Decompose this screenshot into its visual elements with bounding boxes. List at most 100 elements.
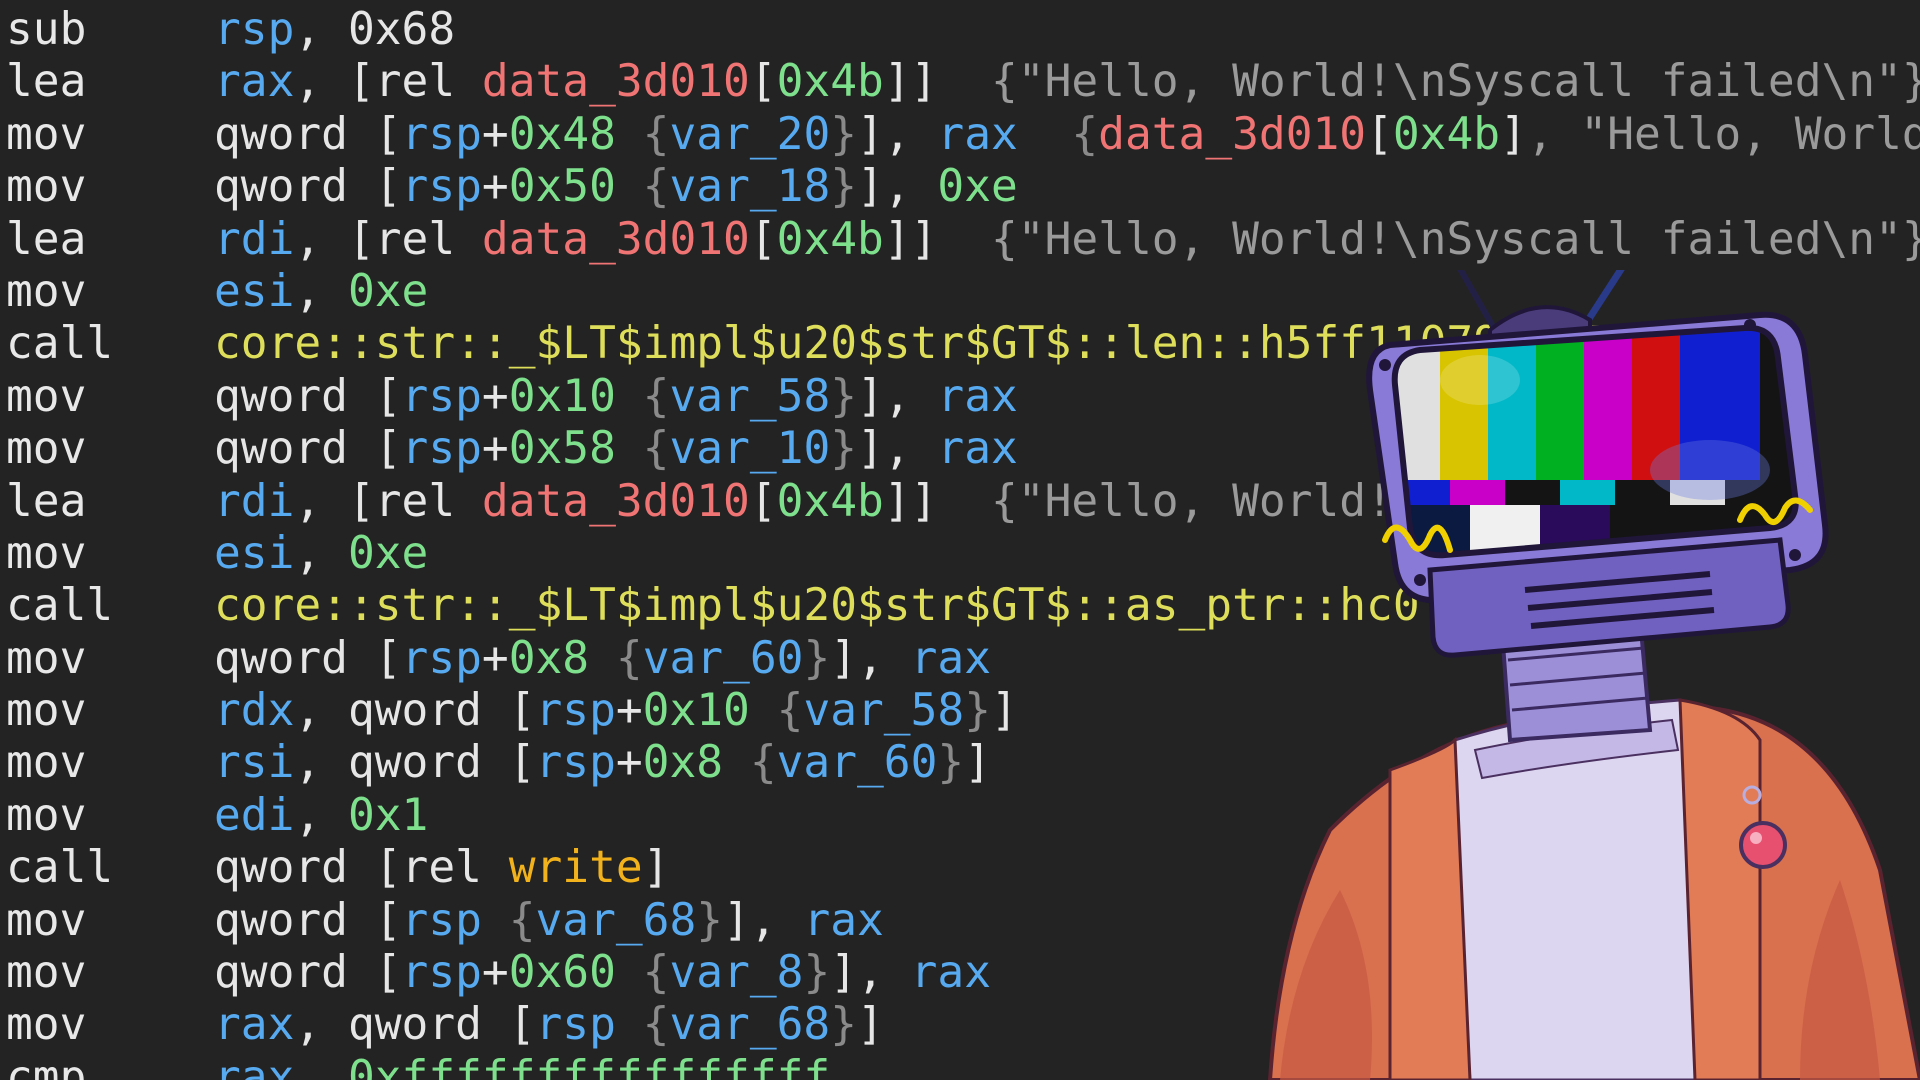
operand-token: var_68 (535, 894, 697, 946)
operand-token: rax (937, 370, 1018, 422)
operand-token: rsp (401, 632, 482, 684)
operand-token: { (615, 161, 670, 213)
operand-token: rax (214, 56, 295, 108)
opcode: mov (6, 632, 87, 684)
operand-token: , (294, 4, 348, 55)
operand-token: ], (857, 370, 938, 422)
operand-token: , [rel (294, 56, 482, 108)
operand-token: + (615, 685, 643, 737)
operand-token: rsp (535, 685, 616, 737)
operand-token: {"Hello, World!\nSyscall failed\n"} (937, 213, 1920, 265)
opcode: mov (6, 894, 87, 946)
operand-token: qword [ (214, 632, 402, 684)
operand-token: rsp (535, 999, 616, 1051)
opcode: cmp (6, 1051, 87, 1080)
code-line: mov qword [rsp+0x50 {var_18}], 0xe (6, 161, 1920, 213)
operand-token: 0x58 (508, 423, 616, 475)
opcode: sub (6, 4, 87, 55)
operand-token: } (803, 632, 831, 684)
operand-token: ] (964, 737, 991, 789)
operand-token: rax (910, 947, 991, 999)
operand-token: data_3d010 (481, 56, 750, 108)
operand-token: qword [ (214, 894, 402, 946)
operand-token: ], (723, 894, 804, 946)
operand-token: { (723, 737, 777, 789)
operand-token: } (830, 370, 858, 422)
operand-token: 0x8 (508, 632, 590, 684)
opcode: call (6, 580, 114, 632)
operand-token: } (803, 947, 831, 999)
operand-token: + (481, 161, 509, 213)
operand-token: rdi (214, 475, 295, 527)
operand-token: 0x10 (508, 370, 616, 422)
opcode: mov (6, 947, 87, 999)
operand-token: { (615, 108, 670, 160)
operand-token: {"Hello, World!\nSyscall failed\n"} (937, 56, 1920, 108)
operand-token: ]] (883, 213, 938, 265)
operand-token: , qword [ (294, 999, 536, 1051)
operand-token: qword [ (214, 423, 402, 475)
tv-head-character-icon (1267, 270, 1920, 1080)
operand-token: 0x4b (1392, 108, 1501, 160)
code-line: lea rax, [rel data_3d010[0x4b]] {"Hello, … (6, 56, 1920, 108)
operand-token: rdx (214, 685, 295, 737)
operand-token: + (481, 632, 509, 684)
operand-token: , (294, 527, 348, 579)
operand-token: rsp (401, 108, 482, 160)
operand-token: , (294, 265, 348, 317)
operand-token: } (964, 685, 991, 737)
operand-token: { (1017, 108, 1099, 160)
operand-token: 0x4b (776, 213, 884, 265)
operand-token: var_58 (669, 370, 831, 422)
operand-token: data_3d010 (481, 213, 750, 265)
operand-token: { (615, 370, 670, 422)
operand-token: rsi (214, 737, 295, 789)
operand-token: , (294, 1051, 348, 1080)
operand-token: rsp (401, 947, 482, 999)
operand-token: ], (857, 423, 938, 475)
operand-token: var_58 (803, 685, 965, 737)
operand-token: ]] (883, 475, 938, 527)
operand-token: 0xe (937, 161, 1018, 213)
operand-token: qword [rel (214, 842, 509, 894)
operand-token: data_3d010 (481, 475, 750, 527)
opcode: call (6, 318, 114, 370)
opcode: mov (6, 423, 87, 475)
operand-token: rsp (401, 423, 482, 475)
operand-token: { (749, 685, 804, 737)
operand-token: 0x4b (776, 475, 884, 527)
operand-token: rax (214, 1051, 295, 1080)
operand-token: + (481, 423, 509, 475)
operand-token: { (615, 423, 670, 475)
operand-token: ]] (883, 56, 938, 108)
operand-token: esi (214, 265, 295, 317)
operand-token: rax (803, 894, 884, 946)
operand-token: rsp (214, 4, 295, 55)
operand-token: 0x50 (508, 161, 616, 213)
operand-token: ], (857, 161, 938, 213)
opcode: mov (6, 685, 87, 737)
operand-token: [ (1366, 108, 1393, 160)
operand-token: rsp (401, 161, 482, 213)
operand-token: { (615, 947, 670, 999)
operand-token: ], (830, 947, 911, 999)
operand-token: rdi (214, 213, 295, 265)
operand-token: qword [ (214, 947, 402, 999)
opcode: mov (6, 108, 87, 160)
operand-token: rax (937, 423, 1018, 475)
operand-token: var_10 (669, 423, 831, 475)
opcode: mov (6, 370, 87, 422)
operand-token: ], (830, 632, 911, 684)
operand-token: qword [ (214, 108, 402, 160)
operand-token: [ (749, 475, 777, 527)
operand-token: rax (214, 999, 295, 1051)
operand-token: var_68 (669, 999, 831, 1051)
operand-token: write (508, 842, 643, 894)
operand-token: qword [ (214, 370, 402, 422)
operand-token: } (830, 999, 858, 1051)
opcode: mov (6, 789, 87, 841)
operand-token: rax (937, 108, 1018, 160)
operand-token: 0x8 (642, 737, 724, 789)
operand-token: } (830, 161, 858, 213)
code-line: mov qword [rsp+0x48 {var_20}], rax {data_… (6, 109, 1920, 161)
